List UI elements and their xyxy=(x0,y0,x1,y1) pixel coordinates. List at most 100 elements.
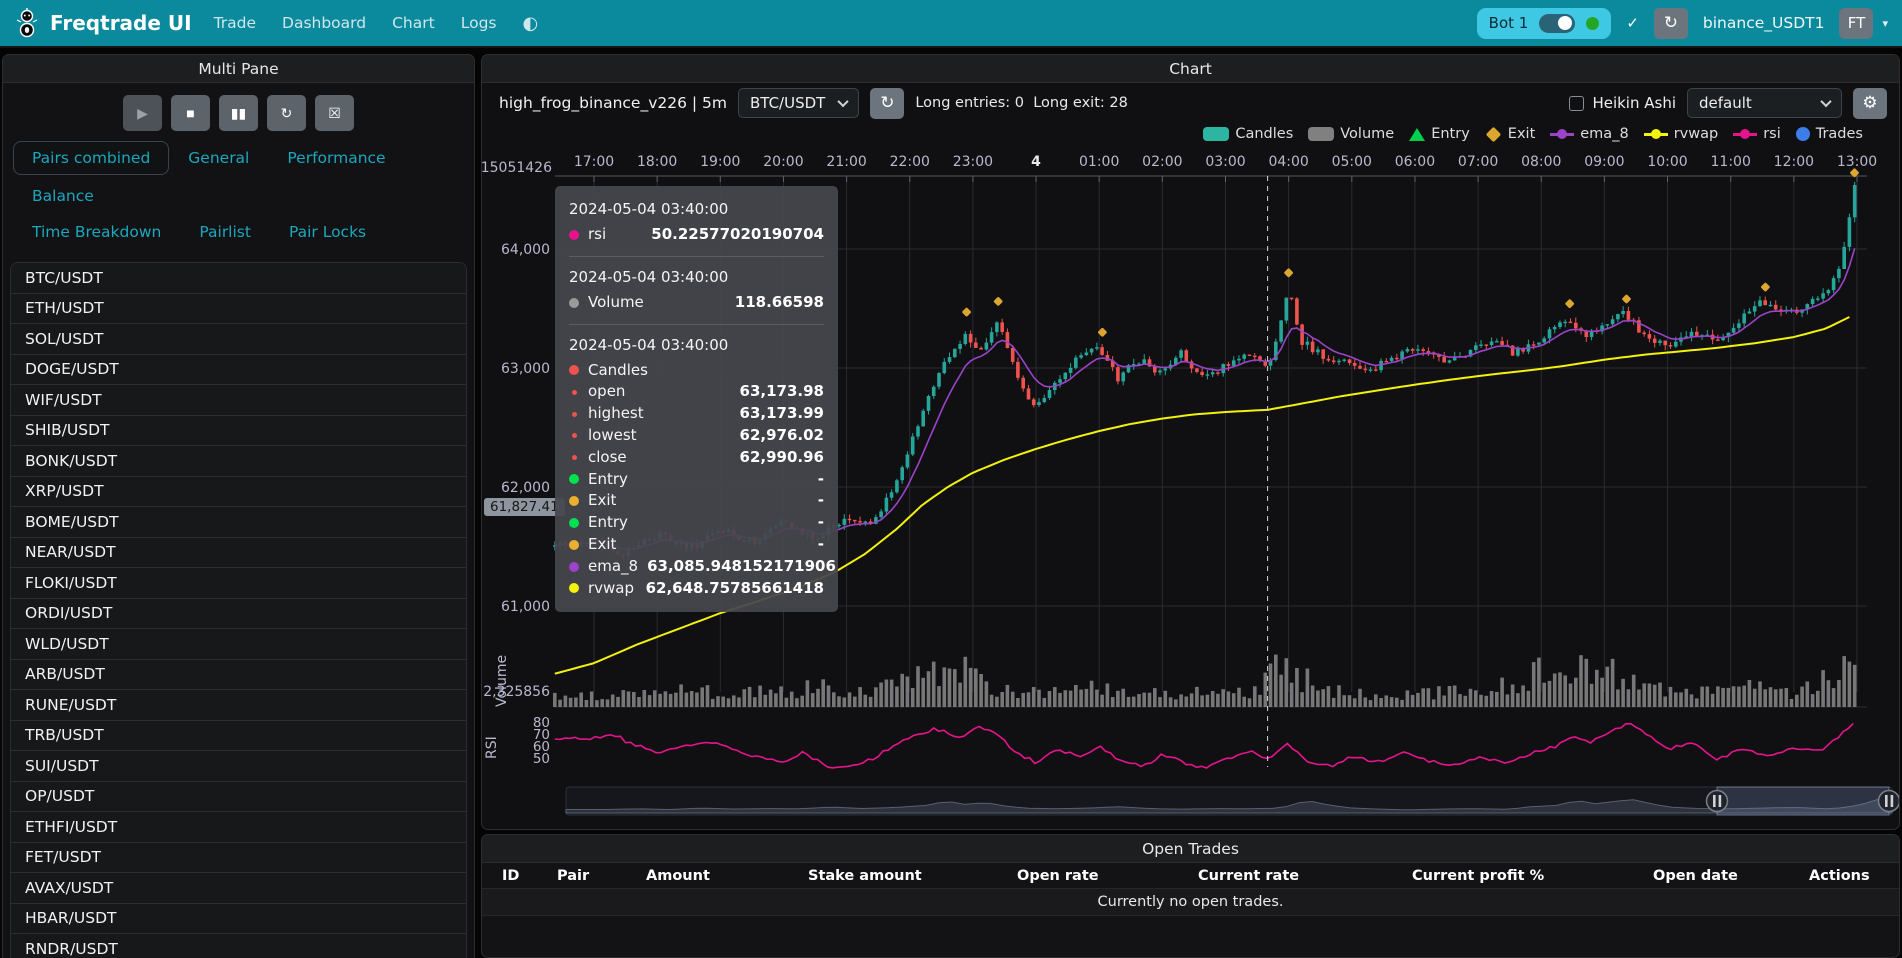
pause-button[interactable]: ▮▮ xyxy=(219,95,258,131)
tooltip-series-value: 62,990.96 xyxy=(740,447,824,469)
pair-list-item[interactable]: RNDR/USDT xyxy=(11,934,466,958)
nav-link-logs[interactable]: Logs xyxy=(461,14,497,32)
legend-item-rsi[interactable]: rsi xyxy=(1733,126,1781,142)
tab-performance[interactable]: Performance xyxy=(268,141,404,175)
user-menu-caret-icon[interactable]: ▾ xyxy=(1882,17,1888,30)
chevron-down-icon xyxy=(838,96,849,107)
tab-balance[interactable]: Balance xyxy=(13,179,113,213)
tooltip-row: lowest62,976.02 xyxy=(569,425,824,447)
exit-dot-icon xyxy=(569,496,579,506)
volume-legend-marker xyxy=(1308,127,1334,141)
tooltip-section: 2024-05-04 03:40:00Volume118.66598 xyxy=(569,256,824,317)
play-button[interactable]: ▶ xyxy=(123,95,162,131)
refresh-button[interactable]: ↻ xyxy=(267,95,306,131)
datazoom-slider[interactable] xyxy=(566,787,1900,815)
pair-list-item[interactable]: BOME/USDT xyxy=(11,507,466,538)
pair-list-item[interactable]: WIF/USDT xyxy=(11,385,466,416)
pair-list-item[interactable]: NEAR/USDT xyxy=(11,538,466,569)
plot-config-select[interactable]: default xyxy=(1687,88,1842,118)
pair-list-item[interactable]: RUNE/USDT xyxy=(11,690,466,721)
pair-list-item[interactable]: ARB/USDT xyxy=(11,660,466,691)
nav-link-trade[interactable]: Trade xyxy=(214,14,256,32)
pair-list-item[interactable]: ETH/USDT xyxy=(11,294,466,325)
pair-list-item[interactable]: ORDI/USDT xyxy=(11,599,466,630)
pair-list-item[interactable]: SOL/USDT xyxy=(11,324,466,355)
bot-selector-chip[interactable]: Bot 1 xyxy=(1477,8,1612,39)
legend-item-rvwap[interactable]: rvwap xyxy=(1644,126,1719,142)
gear-icon: ⚙ xyxy=(1862,93,1877,113)
svg-text:4: 4 xyxy=(1031,154,1041,170)
play-icon: ▶ xyxy=(137,105,148,122)
chart-refresh-button[interactable]: ↻ xyxy=(870,88,904,119)
pair-list-item[interactable]: AVAX/USDT xyxy=(11,873,466,904)
pair-list-item[interactable]: ETHFI/USDT xyxy=(11,812,466,843)
legend-item-entry[interactable]: Entry xyxy=(1409,126,1470,142)
chart-legend: Candles Volume Entry Exit ema_8 rvwap rsi Trade… xyxy=(482,121,1899,147)
tooltip-date: 2024-05-04 03:40:00 xyxy=(569,267,824,287)
pair-list-item[interactable]: FET/USDT xyxy=(11,843,466,874)
pair-list-item[interactable]: BONK/USDT xyxy=(11,446,466,477)
collapse-button[interactable]: ☒ xyxy=(315,95,354,131)
tab-pairlist[interactable]: Pairlist xyxy=(180,215,270,249)
legend-label: Entry xyxy=(1431,126,1470,142)
pair-list-item[interactable]: SUI/USDT xyxy=(11,751,466,782)
pair-list-item[interactable]: XRP/USDT xyxy=(11,477,466,508)
tooltip-row: Candles xyxy=(569,360,824,382)
datazoom-left-handle[interactable] xyxy=(1707,791,1728,812)
tooltip-series-name: Exit xyxy=(588,490,616,512)
tab-general[interactable]: General xyxy=(169,141,268,175)
datazoom-right-handle[interactable] xyxy=(1879,791,1900,812)
tooltip-series-name: ema_8 xyxy=(588,556,638,578)
pair-list-item[interactable]: BTC/USDT xyxy=(11,263,466,294)
nav-link-chart[interactable]: Chart xyxy=(392,14,435,32)
pair-list-item[interactable]: DOGE/USDT xyxy=(11,355,466,386)
column-header-amount: Amount xyxy=(646,868,808,884)
volume-bars xyxy=(553,655,1857,707)
tab-time-breakdown[interactable]: Time Breakdown xyxy=(13,215,180,249)
pair-list-item[interactable]: SHIB/USDT xyxy=(11,416,466,447)
pair-list-item[interactable]: HBAR/USDT xyxy=(11,904,466,935)
entry-dot-icon xyxy=(569,518,579,528)
pane-tabs-row1: Pairs combinedGeneralPerformance Balance xyxy=(3,131,474,213)
navbar: Freqtrade UI Trade Dashboard Chart Logs ◐ B… xyxy=(0,0,1902,48)
tooltip-section: 2024-05-04 03:40:00Candlesopen63,173.98h… xyxy=(569,324,824,603)
trades-circle-icon xyxy=(1796,127,1810,141)
tab-pairs-combined[interactable]: Pairs combined xyxy=(13,141,169,175)
global-refresh-button[interactable]: ↻ xyxy=(1654,8,1688,39)
legend-item-candles[interactable]: Candles xyxy=(1203,126,1293,142)
pair-list-item[interactable]: TRB/USDT xyxy=(11,721,466,752)
chart-refresh-icon: ↻ xyxy=(880,93,894,113)
legend-label: Candles xyxy=(1235,126,1293,142)
user-avatar[interactable]: FT xyxy=(1839,8,1873,39)
pair-select[interactable]: BTC/USDT xyxy=(738,88,859,118)
tooltip-series-name: Volume xyxy=(588,292,644,314)
ema_8-dot-icon xyxy=(569,562,579,572)
tab-pair-locks[interactable]: Pair Locks xyxy=(270,215,385,249)
freqtrade-robot-logo xyxy=(14,7,40,39)
stop-button[interactable]: ■ xyxy=(171,95,210,131)
legend-item-trades[interactable]: Trades xyxy=(1796,126,1863,142)
refresh-icon: ↻ xyxy=(1664,13,1678,33)
tooltip-section: 2024-05-04 03:40:00rsi50.22577020190704 xyxy=(569,196,824,249)
nav-link-dashboard[interactable]: Dashboard xyxy=(282,14,366,32)
pair-list-item[interactable]: FLOKI/USDT xyxy=(11,568,466,599)
legend-item-volume[interactable]: Volume xyxy=(1308,126,1394,142)
legend-item-ema_8[interactable]: ema_8 xyxy=(1550,126,1628,142)
tooltip-series-name: Entry xyxy=(588,469,628,491)
theme-toggle-icon[interactable]: ◐ xyxy=(522,13,538,34)
pair-list-item[interactable]: WLD/USDT xyxy=(11,629,466,660)
open-trades-empty-row: Currently no open trades. xyxy=(482,889,1899,916)
heikin-ashi-checkbox[interactable] xyxy=(1569,96,1584,111)
column-header-pair: Pair xyxy=(557,868,646,884)
tooltip-series-value: 63,173.99 xyxy=(740,403,824,425)
legend-item-exit[interactable]: Exit xyxy=(1485,126,1535,142)
brand[interactable]: Freqtrade UI xyxy=(14,7,192,39)
svg-text:03:00: 03:00 xyxy=(1205,154,1245,170)
datazoom-selected-window[interactable] xyxy=(1717,787,1889,815)
nav-links: Trade Dashboard Chart Logs xyxy=(214,14,497,32)
bot-label: Bot 1 xyxy=(1489,14,1529,32)
bot-toggle[interactable] xyxy=(1539,14,1575,33)
check-icon: ✓ xyxy=(1626,14,1639,32)
pair-list-item[interactable]: OP/USDT xyxy=(11,782,466,813)
plot-settings-button[interactable]: ⚙ xyxy=(1853,88,1887,119)
